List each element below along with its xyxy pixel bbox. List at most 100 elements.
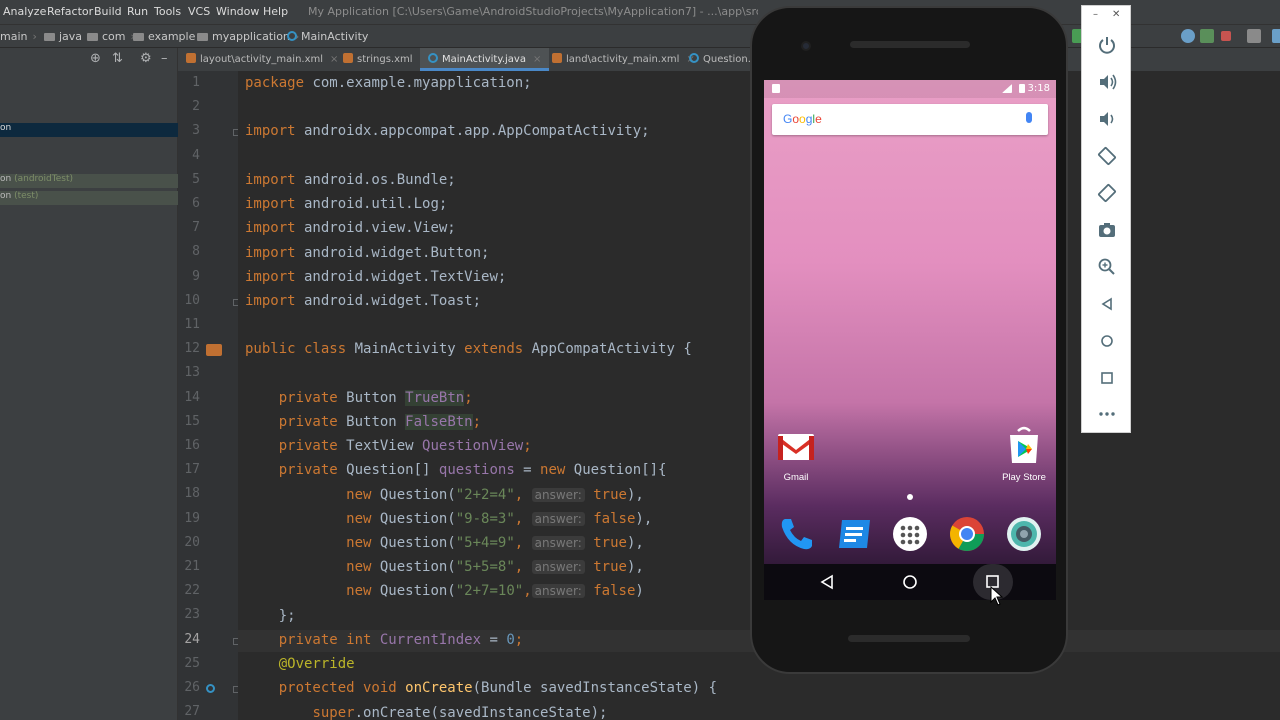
line-number: 3	[192, 123, 200, 138]
menu-refactor[interactable]: Refactor	[47, 5, 93, 18]
gear-icon[interactable]: ⚙	[140, 51, 152, 66]
code-line: import android.view.View;	[245, 218, 456, 238]
sync-icon[interactable]	[1247, 29, 1261, 43]
code-text: ),	[635, 511, 653, 527]
code-punct: ,	[514, 559, 532, 575]
phone-icon[interactable]	[776, 514, 816, 554]
code-line: import android.widget.Button;	[245, 243, 489, 263]
rotate-left-icon[interactable]	[1096, 145, 1118, 167]
google-search-bar[interactable]: Google	[772, 104, 1048, 135]
messages-icon[interactable]	[834, 514, 874, 554]
parameter-hint: answer:	[531, 584, 585, 598]
code-keyword: public class	[245, 341, 347, 357]
breadcrumb-label: MainActivity	[301, 30, 369, 43]
minimize-icon[interactable]: –	[1093, 9, 1098, 20]
breadcrumb-item-main[interactable]: main ›	[0, 30, 37, 43]
override-marker-icon[interactable]	[206, 684, 215, 693]
debug-icon[interactable]	[1200, 29, 1214, 43]
line-number: 16	[184, 438, 200, 453]
menu-analyze[interactable]: Analyze	[3, 5, 46, 18]
code-field: QuestionView	[422, 438, 524, 454]
profile-icon[interactable]	[1181, 29, 1195, 43]
breadcrumb-item-myapplication[interactable]: myapplication ›	[197, 30, 299, 43]
line-number: 5	[192, 172, 200, 187]
parameter-hint: answer:	[531, 536, 585, 550]
code-text: Button	[337, 390, 406, 406]
breadcrumb-item-mainactivity[interactable]: MainActivity	[287, 30, 368, 43]
microphone-icon[interactable]	[1026, 112, 1032, 123]
bottom-speaker	[848, 635, 970, 642]
home-icon[interactable]	[1096, 330, 1118, 352]
code-line: import androidx.appcompat.app.AppCompatA…	[245, 121, 650, 141]
line-number: 21	[184, 559, 200, 574]
page-indicator-dot	[907, 494, 913, 500]
menu-run[interactable]: Run	[127, 5, 148, 18]
code-string: "5+4=9"	[455, 535, 515, 551]
code-string: "2+7=10"	[455, 583, 524, 599]
code-string: "9-8=3"	[455, 511, 515, 527]
tab-layout-activity-main[interactable]: layout\activity_main.xml ×	[178, 48, 346, 71]
volume-up-icon[interactable]	[1096, 71, 1118, 93]
project-tree-item-selected[interactable]: on	[0, 123, 178, 137]
app-drawer-icon[interactable]	[890, 514, 930, 554]
gmail-icon[interactable]	[776, 427, 816, 467]
code-line: package com.example.myapplication;	[245, 73, 532, 93]
locate-icon[interactable]: ⊕	[90, 51, 101, 66]
project-tree-item-test[interactable]: on (test)	[0, 191, 178, 205]
hide-icon[interactable]: –	[161, 51, 168, 66]
code-keyword: import	[245, 220, 296, 236]
power-icon[interactable]	[1096, 34, 1118, 56]
emulator-screen[interactable]: 3:18 Google Gmail Play Store	[764, 80, 1056, 600]
code-punct: ;	[523, 438, 532, 454]
volume-down-icon[interactable]	[1096, 108, 1118, 130]
code-text: android.widget.Toast;	[295, 293, 482, 309]
tab-mainactivity-java[interactable]: MainActivity.java ×	[420, 48, 550, 71]
menu-window[interactable]: Window	[216, 5, 259, 18]
class-gutter-icon[interactable]	[206, 344, 222, 356]
xml-file-icon	[343, 53, 353, 63]
project-tree-item-android-test[interactable]: on (androidTest)	[0, 174, 178, 188]
tab-land-activity-main[interactable]: land\activity_main.xml ×	[544, 48, 703, 71]
code-field: questions	[438, 462, 515, 478]
close-icon[interactable]: ×	[533, 54, 541, 65]
code-text: com.example.myapplication;	[304, 75, 532, 91]
tab-label: Question.j	[703, 54, 754, 65]
code-keyword: private	[278, 462, 338, 478]
code-line: import android.widget.TextView;	[245, 267, 506, 287]
breadcrumb-item-com[interactable]: com›	[87, 30, 135, 43]
breadcrumb-item-example[interactable]: example›	[133, 30, 205, 43]
code-keyword: true	[593, 487, 627, 503]
stop-icon[interactable]	[1221, 31, 1231, 41]
code-punct: ,	[514, 511, 532, 527]
breadcrumb-label: com	[102, 30, 126, 43]
code-keyword: new	[346, 583, 372, 599]
code-text: .onCreate(savedInstanceState);	[354, 705, 608, 720]
back-icon[interactable]	[1096, 293, 1118, 315]
tab-label: MainActivity.java	[442, 54, 526, 65]
line-number: 2	[192, 99, 200, 114]
code-method: onCreate	[396, 680, 473, 696]
collapse-all-icon[interactable]: ⇅	[112, 51, 123, 66]
breadcrumb-item-java[interactable]: java›	[44, 30, 91, 43]
screenshot-icon[interactable]	[1096, 219, 1118, 241]
play-store-icon[interactable]	[1004, 425, 1044, 465]
chrome-icon[interactable]	[947, 514, 987, 554]
parameter-hint: answer:	[531, 512, 585, 526]
back-icon[interactable]	[807, 564, 847, 600]
menu-build[interactable]: Build	[94, 5, 122, 18]
rotate-right-icon[interactable]	[1096, 182, 1118, 204]
home-icon[interactable]	[890, 564, 930, 600]
overview-icon[interactable]	[1096, 367, 1118, 389]
zoom-icon[interactable]	[1096, 256, 1118, 278]
camera-icon[interactable]	[1004, 514, 1044, 554]
menu-vcs[interactable]: VCS	[188, 5, 210, 18]
earpiece-speaker	[850, 41, 970, 48]
sdk-manager-icon[interactable]	[1272, 29, 1280, 43]
menu-tools[interactable]: Tools	[154, 5, 181, 18]
more-icon[interactable]	[1096, 403, 1118, 425]
code-line: import android.widget.Toast;	[245, 291, 481, 311]
menu-help[interactable]: Help	[263, 5, 288, 18]
close-icon[interactable]: ✕	[1112, 9, 1120, 20]
emulator-device-frame: 3:18 Google Gmail Play Store	[750, 6, 1068, 674]
code-line: private Button TrueBtn;	[245, 388, 473, 408]
